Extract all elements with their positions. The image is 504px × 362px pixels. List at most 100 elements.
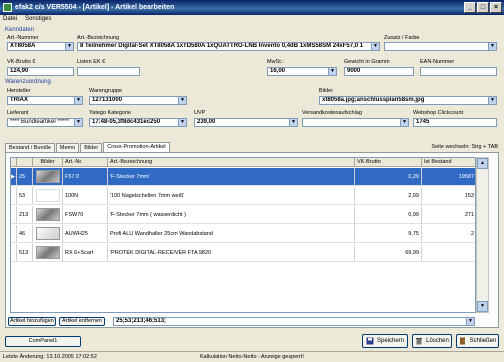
zusatz-label: Zusatz / Farbe	[384, 35, 420, 41]
floppy-icon	[366, 337, 374, 345]
companel-button[interactable]: ComPanel1	[5, 336, 81, 347]
cell-ist-bestand: 2	[422, 225, 475, 242]
remove-article-button[interactable]: Artikel entfernen	[59, 317, 105, 326]
minimize-button[interactable]: _	[464, 2, 476, 13]
title-bar[interactable]: efak2 c/s VER5504 - [Artikel] - Artikel …	[0, 0, 504, 15]
cell-artnr: 100N	[63, 187, 108, 204]
chevron-down-icon[interactable]: ▼	[289, 119, 297, 126]
tab-cross-promotion[interactable]: Cross-Promotion-Artikel	[103, 142, 170, 152]
chevron-down-icon[interactable]: ▼	[328, 68, 336, 75]
vk-label: VK-Brutto €	[7, 59, 36, 65]
cell-artnr: RX 6+Scart	[63, 244, 108, 261]
header-artnr[interactable]: Art.-Nr.	[63, 158, 108, 166]
chevron-down-icon[interactable]: ▼	[74, 119, 82, 126]
cross-promotion-grid[interactable]: Bilder Art.-Nr. Art.-Bezeichnung VK-Brut…	[10, 157, 476, 313]
cell-ist-bestand: 19587	[422, 168, 475, 185]
grid-scrollbar[interactable]: ▲ ▼	[476, 157, 489, 313]
ean-label: EAN-Nummer	[420, 59, 455, 65]
mwst-select[interactable]: 16,00 ▼	[267, 67, 337, 76]
bilder-field[interactable]: xt8058a.jpg;anschlussplan58sm.jpg ▼	[319, 96, 497, 105]
listen-ek-field[interactable]	[77, 67, 140, 76]
add-article-button[interactable]: Artikel hinzufügen	[8, 317, 56, 326]
window-title: efak2 c/s VER5504 - [Artikel] - Artikel …	[15, 4, 175, 11]
chevron-down-icon[interactable]: ▼	[178, 97, 186, 104]
header-ist-bestand[interactable]: Ist Bestand	[422, 158, 475, 166]
chevron-down-icon[interactable]: ▼	[74, 97, 82, 104]
mwst-label: MwSt.:	[267, 59, 284, 65]
hersteller-label: Hersteller	[7, 88, 31, 94]
close-label: Schließen	[469, 338, 497, 344]
status-last-change: Letzte Änderung: 13.10.2005 17:02:52	[3, 354, 97, 360]
warengruppe-label: Warengruppe	[89, 88, 123, 94]
tab-strip: Bestand / Bundle Memo Bilder Cross-Promo…	[5, 142, 171, 152]
header-bezeichnung[interactable]: Art.-Bezeichnung	[108, 158, 355, 166]
gewicht-field[interactable]: 9000	[344, 67, 414, 76]
chevron-down-icon[interactable]: ▼	[488, 43, 496, 50]
table-row[interactable]: 513 RX 6+Scart 'PROTEK DIGITAL-RECEIVER FT…	[11, 244, 475, 262]
maximize-button[interactable]: □	[477, 2, 489, 13]
uvp-select[interactable]: 239,00 ▼	[194, 118, 298, 127]
product-thumbnail	[35, 208, 60, 221]
menu-datei[interactable]: Datei	[3, 15, 17, 24]
product-thumbnail	[35, 189, 60, 202]
cell-image	[33, 187, 63, 204]
cell-artnr: AUWH25	[63, 225, 108, 242]
chevron-down-icon[interactable]: ▼	[400, 119, 408, 126]
chevron-down-icon[interactable]: ▼	[488, 97, 496, 104]
chevron-down-icon[interactable]: ▼	[178, 119, 186, 126]
hersteller-select[interactable]: TRIAX ▼	[7, 96, 83, 105]
cell-id: 25	[17, 168, 33, 185]
vk-field[interactable]: 124,90	[7, 67, 74, 76]
header-bilder[interactable]: Bilder	[33, 158, 63, 166]
tab-bilder[interactable]: Bilder	[80, 143, 103, 152]
zusatz-field[interactable]: ▼	[384, 42, 497, 51]
delete-label: Löschen	[426, 338, 449, 344]
chevron-down-icon[interactable]: ▼	[466, 318, 474, 325]
lieferant-label: Lieferant	[7, 110, 29, 116]
chevron-down-icon[interactable]: ▼	[371, 43, 379, 50]
webshop-field[interactable]: 1745	[413, 118, 497, 127]
cell-vk-brutto: 0,29	[355, 168, 422, 185]
bezeichnung-field[interactable]: 8 Teilnehmer Digital-Set XT8058A 1xTD580…	[77, 42, 380, 51]
scroll-up-icon[interactable]: ▲	[477, 158, 488, 169]
warenzuordnung-heading: Warenzuordnung	[5, 79, 51, 85]
delete-button[interactable]: Löschen	[412, 334, 452, 348]
trash-icon	[416, 338, 423, 345]
artnr-label: Art.-Nummer	[7, 35, 39, 41]
table-row[interactable]: 46 AUWH25 Profi ALU Wandhalter 25cm Wandab…	[11, 225, 475, 243]
crosspromo-ids-select[interactable]: 25;53;213;46;513; ▼	[113, 317, 475, 326]
ean-field[interactable]	[420, 67, 497, 76]
close-button[interactable]: Schließen	[456, 334, 499, 348]
cell-bezeichnung: 'F-Stecker 7mm ( wasserdicht )	[108, 206, 355, 223]
table-row[interactable]: ▶ 25 F57.0 'F-Stecker 7mm' 0,29 19587	[11, 168, 475, 186]
tab-memo[interactable]: Memo	[55, 143, 80, 152]
listen-ek-label: Listen EK €	[77, 59, 106, 65]
table-row[interactable]: 213 FSW70 'F-Stecker 7mm ( wasserdicht ) 0,…	[11, 206, 475, 224]
table-row[interactable]: 53 100N '100 Nagelschellen 7mm weiß' 2,99 15…	[11, 187, 475, 205]
save-label: Speichern	[376, 338, 405, 344]
bilder-label: Bilder	[319, 88, 334, 94]
close-window-button[interactable]: ×	[490, 2, 502, 13]
menu-sonstiges[interactable]: Sonstiges	[25, 15, 51, 24]
cell-image	[33, 225, 63, 242]
product-thumbnail	[35, 170, 60, 183]
cell-artnr: FSW70	[63, 206, 108, 223]
cell-vk-brutto: 2,99	[355, 187, 422, 204]
versand-select[interactable]: ▼	[302, 118, 409, 127]
kenndaten-heading: Kenndaten	[5, 27, 35, 33]
chevron-down-icon[interactable]: ▼	[65, 43, 73, 50]
artnr-field[interactable]: XT8058A ▼	[7, 42, 74, 51]
save-button[interactable]: Speichern	[362, 334, 408, 348]
yatego-select[interactable]: 17:48-05,3f8dc431ec250 ▼	[89, 118, 187, 127]
menu-bar: Datei Sonstiges	[0, 15, 504, 24]
warengruppe-select[interactable]: 127131000 ▼	[89, 96, 187, 105]
header-vk-brutto[interactable]: VK-Brutto	[355, 158, 422, 166]
cell-ist-bestand: 153	[422, 187, 475, 204]
header-id[interactable]	[17, 158, 33, 166]
tab-bestand-bundle[interactable]: Bestand / Bundle	[5, 143, 55, 152]
cell-bezeichnung: 'F-Stecker 7mm'	[108, 168, 355, 185]
cell-image	[33, 206, 63, 223]
status-calculation: Kalkulation Netto-Netto : Anzeige gesper…	[200, 354, 304, 360]
lieferant-select[interactable]: **** Bundleartikel ***** ▼	[7, 118, 83, 127]
scroll-down-icon[interactable]: ▼	[477, 301, 488, 312]
